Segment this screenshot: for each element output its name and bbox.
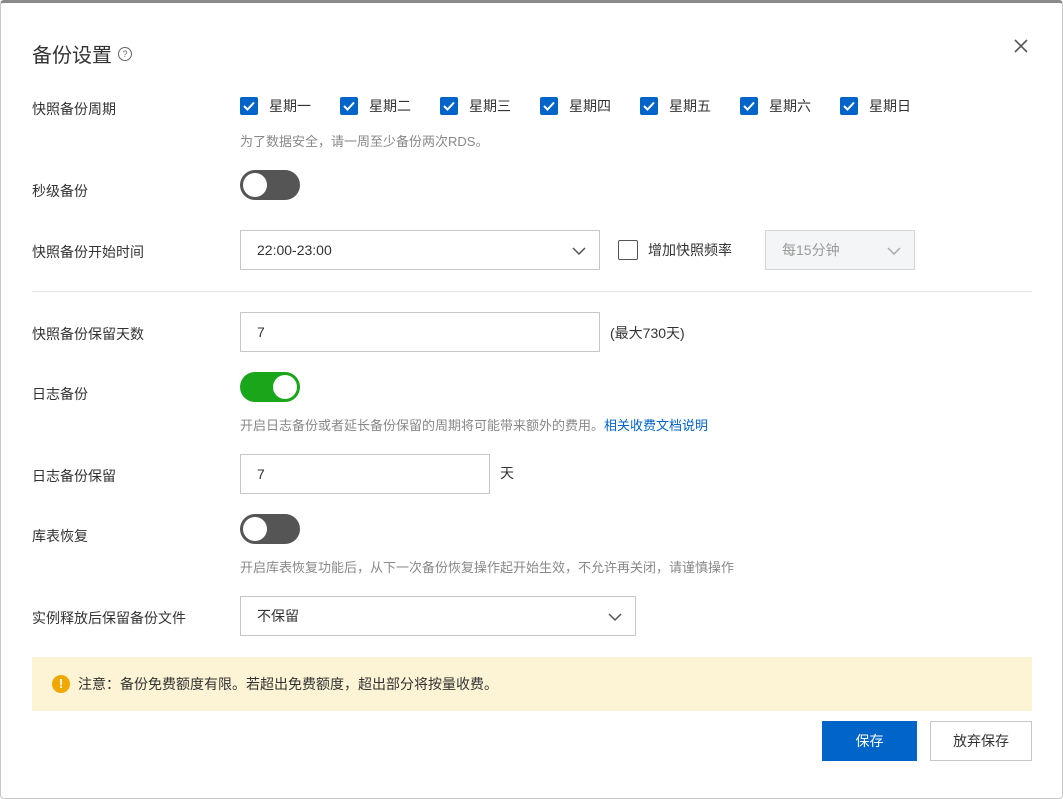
chevron-down-icon: [886, 243, 902, 262]
notice-text: 注意：备份免费额度有限。若超出免费额度，超出部分将按量收费。: [78, 676, 498, 692]
checkbox-monday[interactable]: 星期一: [240, 96, 340, 116]
switch-knob: [243, 173, 267, 197]
notice-banner: ! 注意：备份免费额度有限。若超出免费额度，超出部分将按量收费。: [32, 657, 1032, 711]
checkmark-icon[interactable]: [540, 97, 558, 115]
checkmark-icon[interactable]: [640, 97, 658, 115]
log-retention-input[interactable]: 7: [240, 454, 490, 494]
log-backup-hint: 开启日志备份或者延长备份保留的周期将可能带来额外的费用。相关收费文档说明: [240, 415, 708, 434]
checkbox-tuesday[interactable]: 星期二: [340, 96, 440, 116]
checkbox-sunday[interactable]: 星期日: [840, 96, 940, 116]
retention-days-label: 快照备份保留天数: [32, 326, 144, 342]
discard-button[interactable]: 放弃保存: [930, 721, 1032, 761]
switch-knob: [243, 517, 267, 541]
chevron-down-icon: [571, 243, 587, 262]
frequency-select: 每15分钟: [765, 230, 915, 270]
keep-after-release-label: 实例释放后保留备份文件: [32, 610, 186, 626]
checkbox-label: 星期五: [669, 98, 711, 114]
log-retention-label: 日志备份保留: [32, 468, 116, 484]
log-retention-unit: 天: [500, 465, 514, 481]
start-time-select[interactable]: 22:00-23:00: [240, 230, 600, 270]
snapshot-cycle-hint: 为了数据安全，请一周至少备份两次RDS。: [240, 134, 489, 149]
log-backup-hint-text: 开启日志备份或者延长备份保留的周期将可能带来额外的费用。: [240, 418, 605, 433]
table-restore-switch[interactable]: [240, 514, 300, 544]
checkbox-label: 星期日: [869, 98, 911, 114]
checkmark-icon[interactable]: [840, 97, 858, 115]
question-circle-icon[interactable]: ?: [118, 46, 132, 61]
checkmark-icon[interactable]: [440, 97, 458, 115]
chevron-down-icon: [607, 609, 623, 628]
save-button[interactable]: 保存: [822, 721, 917, 761]
weekday-checkbox-group: 星期一 星期二 星期三 星期四 星期五 星期六 星期日: [240, 96, 940, 116]
second-backup-label: 秒级备份: [32, 183, 88, 199]
pricing-doc-link[interactable]: 相关收费文档说明: [604, 418, 708, 433]
dialog-title: 备份设置 ?: [32, 39, 132, 68]
backup-settings-dialog: 备份设置 ? 快照备份周期 星期一 星期二 星期三 星期四 星期五 星期六 星期…: [0, 0, 1063, 799]
checkbox-label: 星期四: [569, 98, 611, 114]
retention-days-max: (最大730天): [610, 325, 685, 341]
checkbox-wednesday[interactable]: 星期三: [440, 96, 540, 116]
checkmark-icon[interactable]: [340, 97, 358, 115]
table-restore-label: 库表恢复: [32, 528, 88, 544]
checkbox-box[interactable]: [618, 240, 638, 260]
keep-after-release-select[interactable]: 不保留: [240, 596, 636, 636]
checkbox-label: 星期三: [469, 98, 511, 114]
section-divider: [32, 291, 1032, 292]
retention-days-input[interactable]: 7: [240, 312, 600, 352]
frequency-value: 每15分钟: [782, 242, 840, 258]
switch-knob: [273, 375, 297, 399]
table-restore-hint: 开启库表恢复功能后，从下一次备份恢复操作起开始生效，不允许再关闭，请谨慎操作: [240, 560, 735, 575]
start-time-label: 快照备份开始时间: [32, 244, 144, 260]
checkmark-icon[interactable]: [240, 97, 258, 115]
log-backup-switch[interactable]: [240, 372, 300, 402]
checkmark-icon[interactable]: [740, 97, 758, 115]
start-time-value: 22:00-23:00: [257, 242, 332, 258]
keep-after-release-value: 不保留: [257, 608, 299, 624]
increase-frequency-checkbox[interactable]: 增加快照频率: [618, 240, 732, 260]
checkbox-saturday[interactable]: 星期六: [740, 96, 840, 116]
second-backup-switch[interactable]: [240, 170, 300, 200]
checkbox-thursday[interactable]: 星期四: [540, 96, 640, 116]
warning-icon: !: [52, 675, 70, 693]
checkbox-label: 星期六: [769, 98, 811, 114]
checkbox-friday[interactable]: 星期五: [640, 96, 740, 116]
checkbox-label: 星期二: [369, 98, 411, 114]
dialog-title-text: 备份设置: [32, 45, 112, 67]
close-icon[interactable]: [1010, 35, 1032, 57]
increase-frequency-label: 增加快照频率: [648, 242, 732, 258]
log-backup-label: 日志备份: [32, 386, 88, 402]
snapshot-cycle-label: 快照备份周期: [32, 101, 116, 117]
checkbox-label: 星期一: [269, 98, 311, 114]
